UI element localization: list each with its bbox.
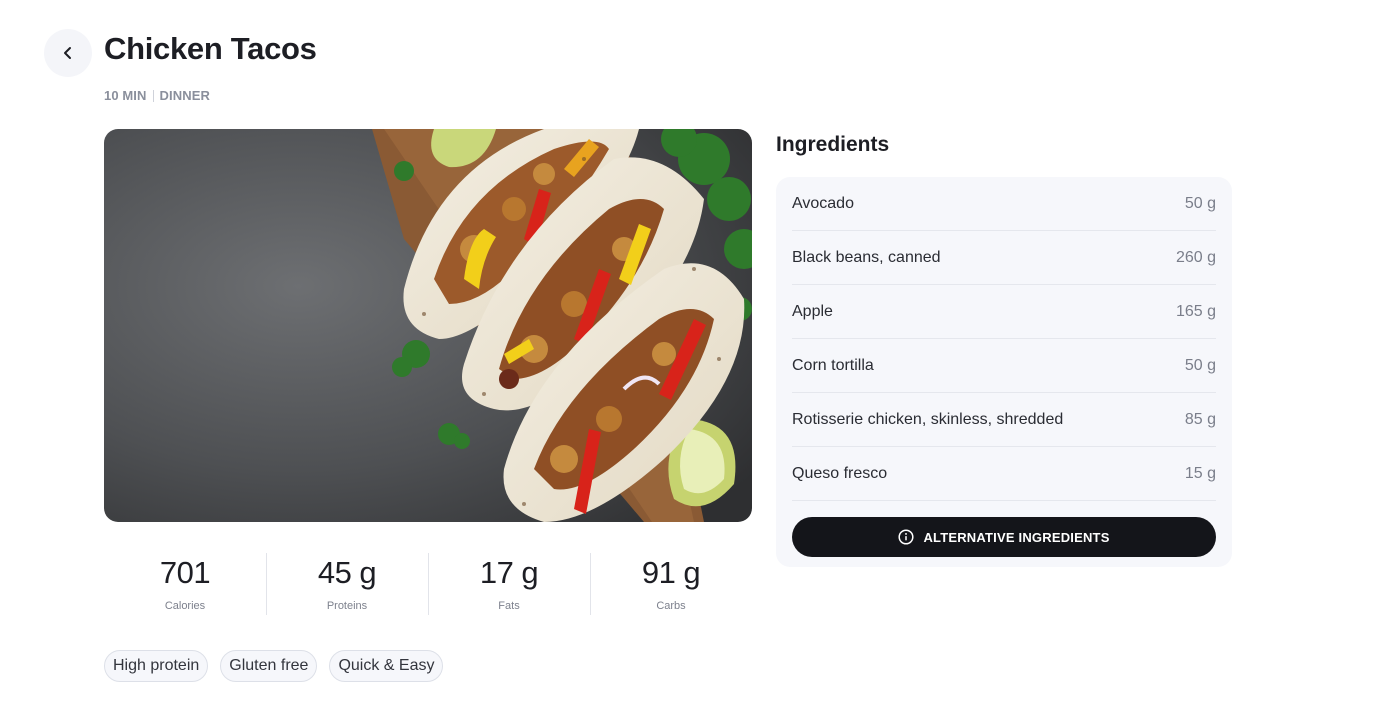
recipe-tags: High protein Gluten free Quick & Easy xyxy=(104,650,444,682)
ingredient-row: Apple 165 g xyxy=(792,285,1216,339)
ingredient-quantity: 260 g xyxy=(1175,248,1216,266)
ingredient-name: Black beans, canned xyxy=(792,248,941,266)
nutrition-label: Fats xyxy=(498,600,520,612)
meal-type: DINNER xyxy=(159,88,210,103)
ingredient-name: Queso fresco xyxy=(792,464,888,482)
ingredient-quantity: 165 g xyxy=(1175,302,1216,320)
nutrition-label: Carbs xyxy=(656,600,686,612)
nutrition-value: 701 xyxy=(159,555,211,590)
back-button[interactable] xyxy=(44,29,92,77)
nutrition-summary: 701 Calories 45 g Proteins 17 g Fats 91 … xyxy=(104,553,752,615)
ingredient-quantity: 50 g xyxy=(1184,194,1216,212)
ingredient-quantity: 50 g xyxy=(1184,356,1216,374)
chevron-left-icon xyxy=(64,47,71,59)
ingredients-heading: Ingredients xyxy=(776,133,890,156)
nutrition-proteins: 45 g Proteins xyxy=(266,553,428,615)
ingredient-quantity: 85 g xyxy=(1184,410,1216,428)
ingredient-name: Corn tortilla xyxy=(792,356,874,374)
nutrition-carbs: 91 g Carbs xyxy=(590,553,752,615)
tag-high-protein[interactable]: High protein xyxy=(104,650,209,682)
alternative-ingredients-label: ALTERNATIVE INGREDIENTS xyxy=(923,529,1110,545)
ingredient-row: Rotisserie chicken, skinless, shredded 8… xyxy=(792,393,1216,447)
ingredient-name: Avocado xyxy=(792,194,854,212)
meta-divider xyxy=(152,89,154,102)
nutrition-value: 91 g xyxy=(641,555,701,590)
nutrition-label: Proteins xyxy=(326,600,368,612)
ingredient-row: Queso fresco 15 g xyxy=(792,447,1216,501)
ingredients-card: Avocado 50 g Black beans, canned 260 g A… xyxy=(776,177,1232,567)
tag-quick-easy[interactable]: Quick & Easy xyxy=(329,650,444,682)
page-title: Chicken Tacos xyxy=(104,31,317,66)
nutrition-calories: 701 Calories xyxy=(104,553,266,615)
nutrition-fats: 17 g Fats xyxy=(428,553,590,615)
tag-gluten-free[interactable]: Gluten free xyxy=(220,650,318,682)
ingredient-row: Avocado 50 g xyxy=(792,177,1216,231)
ingredient-name: Apple xyxy=(792,302,833,320)
recipe-meta: 10 MIN DINNER xyxy=(104,88,210,103)
ingredient-row: Black beans, canned 260 g xyxy=(792,231,1216,285)
ingredient-row: Corn tortilla 50 g xyxy=(792,339,1216,393)
nutrition-label: Calories xyxy=(164,600,206,612)
prep-time: 10 MIN xyxy=(104,88,147,103)
alternative-ingredients-button[interactable]: ALTERNATIVE INGREDIENTS xyxy=(792,517,1216,557)
info-icon xyxy=(898,529,914,545)
recipe-photo xyxy=(104,129,752,522)
ingredient-name: Rotisserie chicken, skinless, shredded xyxy=(792,410,1064,428)
ingredient-quantity: 15 g xyxy=(1184,464,1216,482)
nutrition-value: 17 g xyxy=(479,555,539,590)
nutrition-value: 45 g xyxy=(317,555,377,590)
